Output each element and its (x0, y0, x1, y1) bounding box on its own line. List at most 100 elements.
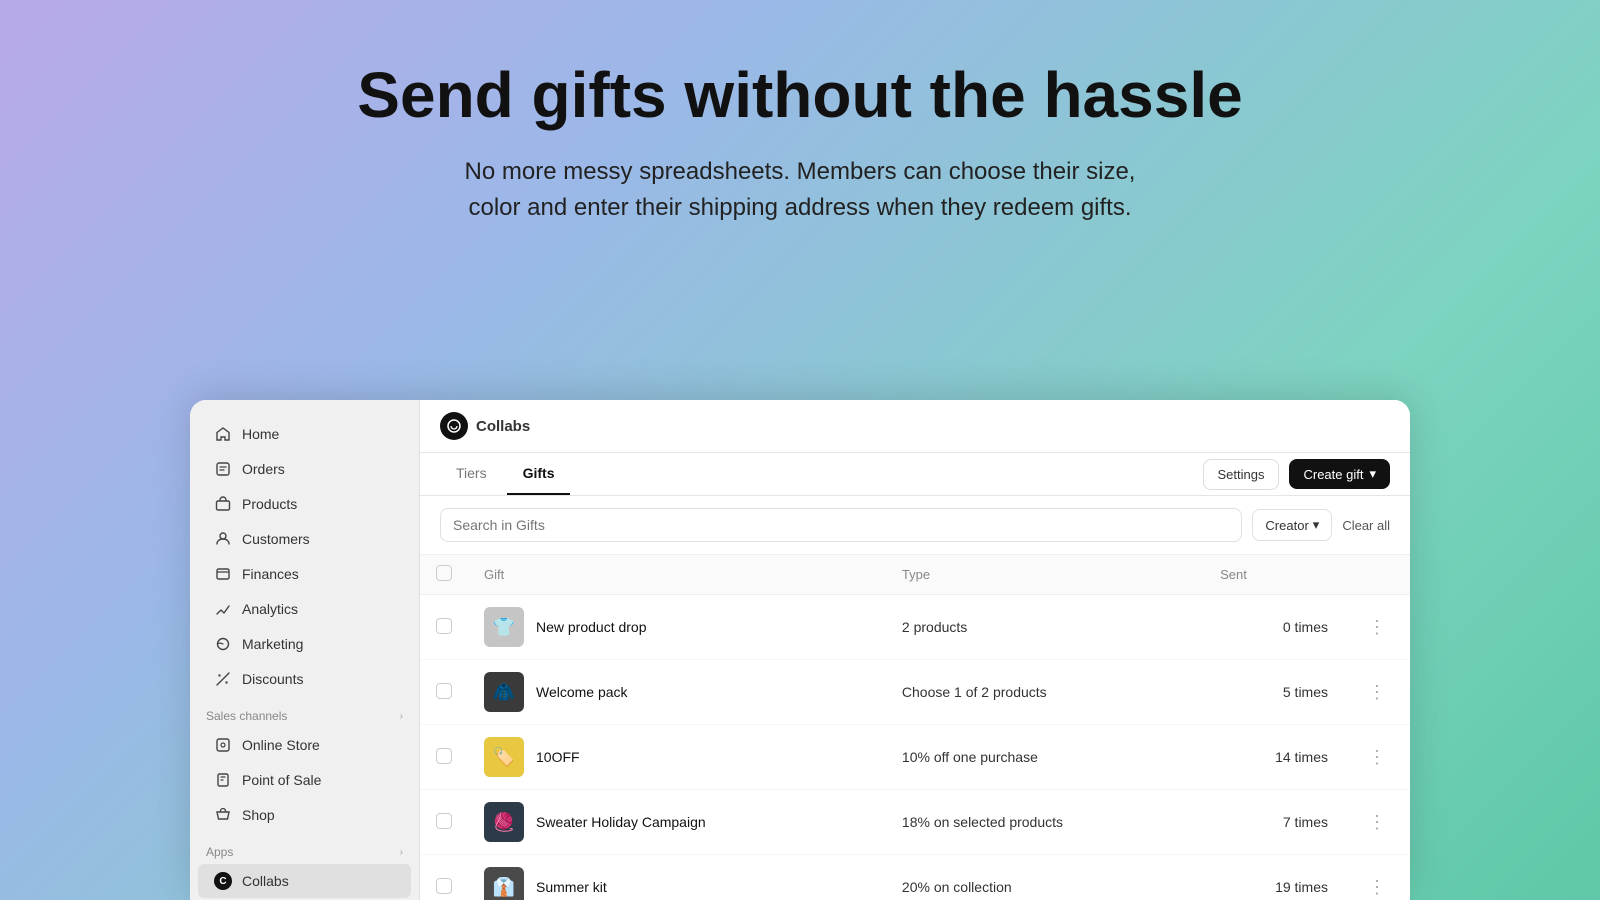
tab-tiers[interactable]: Tiers (440, 453, 503, 495)
sidebar-label-discounts: Discounts (242, 671, 303, 687)
tab-gifts[interactable]: Gifts (507, 453, 571, 495)
select-all-checkbox[interactable] (436, 565, 452, 581)
gift-column-header: Gift (468, 555, 886, 595)
sidebar: Home Orders Products Customers Finances (190, 400, 420, 900)
search-input[interactable] (440, 508, 1242, 542)
sidebar-item-analytics[interactable]: Analytics (198, 592, 411, 626)
app-window: Home Orders Products Customers Finances (190, 400, 1410, 900)
tabs-bar: Tiers Gifts Settings Create gift ▾ (420, 453, 1410, 496)
creator-filter-button[interactable]: Creator ▾ (1252, 509, 1332, 541)
product-thumbnail: 🧶 (484, 802, 524, 842)
row-menu-cell[interactable]: ⋮ (1344, 855, 1410, 900)
type-col-label: Type (902, 567, 930, 582)
gift-sent-count: 7 times (1283, 814, 1328, 830)
product-thumbnail: 🧥 (484, 672, 524, 712)
tabs-container: Tiers Gifts (440, 453, 570, 495)
actions-column-header (1344, 555, 1410, 595)
customers-icon (214, 530, 232, 548)
sidebar-item-orders[interactable]: Orders (198, 452, 411, 486)
row-menu-button[interactable]: ⋮ (1360, 678, 1394, 706)
gift-cell: 🧶 Sweater Holiday Campaign (468, 790, 886, 855)
table-row: 👕 New product drop 2 products 0 times ⋮ (420, 595, 1410, 660)
sent-cell: 14 times (1204, 725, 1344, 790)
sent-column-header: Sent (1204, 555, 1344, 595)
sidebar-item-shop[interactable]: Shop (198, 798, 411, 832)
discounts-icon (214, 670, 232, 688)
row-checkbox-cell[interactable] (420, 595, 468, 660)
hero-section: Send gifts without the hassle No more me… (0, 0, 1600, 226)
row-menu-cell[interactable]: ⋮ (1344, 790, 1410, 855)
row-menu-button[interactable]: ⋮ (1360, 613, 1394, 641)
sidebar-label-shop: Shop (242, 807, 275, 823)
sidebar-item-collabs[interactable]: C Collabs (198, 864, 411, 898)
gift-name: Sweater Holiday Campaign (536, 814, 706, 830)
row-checkbox[interactable] (436, 813, 452, 829)
row-menu-button[interactable]: ⋮ (1360, 808, 1394, 836)
gift-type: 2 products (902, 619, 967, 635)
row-menu-button[interactable]: ⋮ (1360, 873, 1394, 900)
sidebar-item-customers[interactable]: Customers (198, 522, 411, 556)
clear-all-button[interactable]: Clear all (1342, 518, 1390, 533)
row-checkbox-cell[interactable] (420, 790, 468, 855)
row-menu-cell[interactable]: ⋮ (1344, 725, 1410, 790)
create-gift-label: Create gift (1303, 467, 1363, 482)
product-thumbnail: 👕 (484, 607, 524, 647)
gifts-table: Gift Type Sent (420, 555, 1410, 900)
sidebar-item-home[interactable]: Home (198, 417, 411, 451)
row-menu-cell[interactable]: ⋮ (1344, 660, 1410, 725)
sidebar-label-customers: Customers (242, 531, 310, 547)
sidebar-item-products[interactable]: Products (198, 487, 411, 521)
app-logo-icon (440, 412, 468, 440)
pos-icon (214, 771, 232, 789)
row-menu-button[interactable]: ⋮ (1360, 743, 1394, 771)
row-checkbox-cell[interactable] (420, 855, 468, 900)
row-menu-cell[interactable]: ⋮ (1344, 595, 1410, 660)
sidebar-label-online-store: Online Store (242, 737, 320, 753)
product-thumb-icon: 🧶 (493, 812, 515, 833)
main-content: Collabs Tiers Gifts Settings Create gift… (420, 400, 1410, 900)
online-store-icon (214, 736, 232, 754)
row-checkbox-cell[interactable] (420, 725, 468, 790)
row-checkbox[interactable] (436, 748, 452, 764)
gift-cell: 👔 Summer kit (468, 855, 886, 900)
sidebar-label-orders: Orders (242, 461, 285, 477)
product-thumb-icon: 🧥 (493, 682, 515, 703)
select-all-checkbox-header[interactable] (420, 555, 468, 595)
product-thumb-icon: 🏷️ (493, 747, 515, 768)
row-checkbox[interactable] (436, 878, 452, 894)
sidebar-label-marketing: Marketing (242, 636, 303, 652)
sent-cell: 19 times (1204, 855, 1344, 900)
home-icon (214, 425, 232, 443)
collabs-icon: C (214, 872, 232, 890)
sidebar-item-marketing[interactable]: Marketing (198, 627, 411, 661)
hero-subtitle: No more messy spreadsheets. Members can … (350, 154, 1250, 226)
sidebar-item-finances[interactable]: Finances (198, 557, 411, 591)
row-checkbox[interactable] (436, 683, 452, 699)
gift-col-label: Gift (484, 567, 504, 582)
marketing-icon (214, 635, 232, 653)
type-cell: 2 products (886, 595, 1204, 660)
sales-channels-section: Sales channels › (190, 697, 419, 727)
product-thumbnail: 👔 (484, 867, 524, 900)
sent-cell: 0 times (1204, 595, 1344, 660)
sidebar-item-online-store[interactable]: Online Store (198, 728, 411, 762)
create-gift-button[interactable]: Create gift ▾ (1289, 459, 1390, 489)
gift-sent-count: 5 times (1283, 684, 1328, 700)
search-filter-bar: Creator ▾ Clear all (420, 496, 1410, 555)
tabs-actions: Settings Create gift ▾ (1203, 459, 1391, 490)
type-column-header: Type (886, 555, 1204, 595)
gift-sent-count: 0 times (1283, 619, 1328, 635)
gift-type: 18% on selected products (902, 814, 1063, 830)
chevron-right-icon: › (400, 711, 403, 722)
sidebar-item-discounts[interactable]: Discounts (198, 662, 411, 696)
sidebar-item-point-of-sale[interactable]: Point of Sale (198, 763, 411, 797)
sent-cell: 5 times (1204, 660, 1344, 725)
apps-label: Apps (206, 845, 233, 859)
row-checkbox[interactable] (436, 618, 452, 634)
settings-button[interactable]: Settings (1203, 459, 1280, 490)
hero-subtitle-line2: color and enter their shipping address w… (468, 194, 1131, 221)
sidebar-label-collabs: Collabs (242, 873, 289, 889)
gift-type: 20% on collection (902, 879, 1012, 895)
gift-name: New product drop (536, 619, 647, 635)
row-checkbox-cell[interactable] (420, 660, 468, 725)
